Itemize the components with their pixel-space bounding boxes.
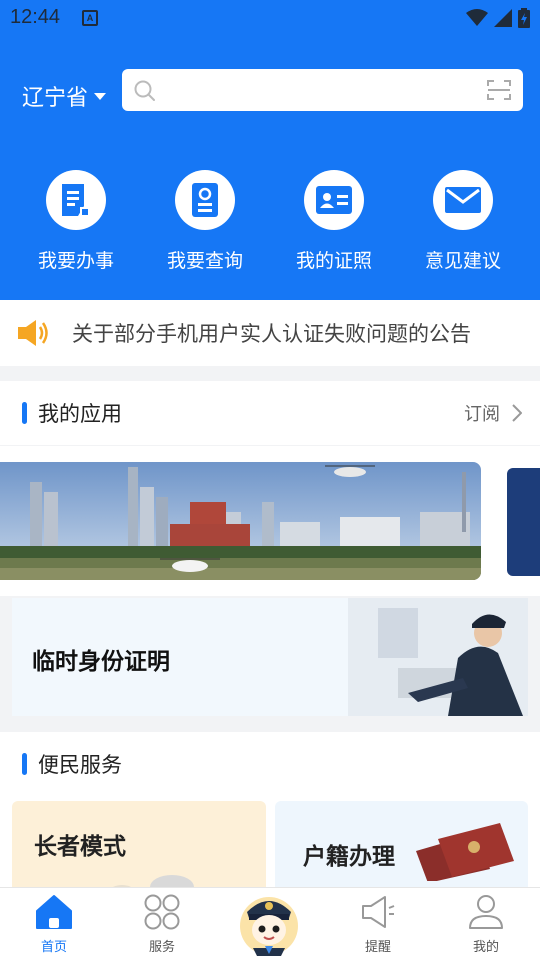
document-icon: [62, 184, 90, 217]
subscribe-label: 订阅: [464, 404, 500, 425]
temporary-id-card[interactable]: 临时身份证明: [12, 598, 528, 716]
battery-icon: [518, 8, 530, 28]
nav-reminder[interactable]: 提醒: [338, 894, 418, 955]
police-mascot-button[interactable]: [237, 890, 301, 956]
search-bar[interactable]: [122, 69, 523, 111]
quick-action-label: 我要查询: [166, 250, 243, 272]
chevron-down-icon: [94, 92, 107, 100]
quick-action-licenses[interactable]: 我的证照: [279, 170, 389, 273]
household-label: 户籍办理: [303, 844, 395, 870]
police-officer-photo: [348, 598, 528, 716]
nav-home[interactable]: 首页: [14, 894, 94, 955]
quick-action-label: 意见建议: [424, 250, 501, 272]
speaker-icon: [18, 320, 48, 346]
wifi-icon: [466, 9, 488, 26]
quick-action-circle: [175, 170, 235, 230]
search-input[interactable]: [166, 75, 476, 105]
system-icons: [466, 8, 530, 28]
status-time: 12:44: [10, 6, 61, 28]
quick-action-feedback[interactable]: 意见建议: [408, 170, 518, 273]
quick-action-circle: [46, 170, 106, 230]
notice-text: 关于部分手机用户实人认证失败问题的公告: [72, 322, 471, 346]
temporary-id-label: 临时身份证明: [32, 649, 170, 675]
city-banner-image[interactable]: [0, 462, 481, 580]
next-banner-preview[interactable]: [507, 468, 540, 576]
notice-bar[interactable]: 关于部分手机用户实人认证失败问题的公告: [0, 300, 540, 366]
nav-label: 提醒: [364, 940, 391, 955]
status-bar: 12:44 A: [0, 0, 540, 36]
megaphone-icon: [362, 896, 395, 928]
quick-action-circle: [433, 170, 493, 230]
region-label: 辽宁省: [22, 86, 89, 111]
nav-service[interactable]: 服务: [122, 894, 202, 955]
signal-icon: [494, 9, 512, 27]
section-title: 便民服务: [38, 753, 122, 777]
subscribe-link[interactable]: 订阅: [464, 400, 522, 426]
scan-icon[interactable]: [487, 79, 511, 101]
search-document-icon: [192, 183, 218, 217]
section-marker: [22, 753, 27, 775]
banner-carousel[interactable]: [0, 446, 540, 596]
home-icon: [36, 895, 72, 929]
header-area: 12:44 A 辽宁省 我要办事 我要查询 我的证照 意见建议: [0, 0, 540, 300]
user-icon: [469, 895, 503, 929]
nav-label: 首页: [40, 940, 67, 955]
search-icon: [134, 80, 155, 101]
elder-mode-label: 长者模式: [34, 834, 126, 860]
elder-mode-card[interactable]: 长者模式: [12, 801, 266, 891]
region-selector[interactable]: 辽宁省: [22, 80, 107, 112]
my-apps-header: 我的应用 订阅: [0, 381, 540, 445]
id-card-icon: [316, 186, 352, 214]
nav-label: 服务: [148, 940, 175, 955]
nav-mine[interactable]: 我的: [446, 894, 526, 955]
grid-icon: [144, 894, 180, 930]
quick-action-query[interactable]: 我要查询: [150, 170, 260, 273]
quick-action-circle: [304, 170, 364, 230]
household-registration-card[interactable]: 户籍办理: [275, 801, 528, 891]
mail-icon: [445, 187, 481, 213]
quick-action-label: 我的证照: [295, 250, 372, 272]
section-title: 我的应用: [38, 402, 122, 426]
household-book-image: [416, 823, 514, 881]
quick-action-label: 我要办事: [37, 250, 114, 272]
nav-label: 我的: [472, 940, 499, 955]
quick-action-handle-affairs[interactable]: 我要办事: [21, 170, 131, 273]
section-marker: [22, 402, 27, 424]
convenience-header: 便民服务: [0, 732, 540, 796]
accessibility-badge-icon: A: [82, 10, 98, 26]
chevron-right-icon: [512, 404, 522, 422]
